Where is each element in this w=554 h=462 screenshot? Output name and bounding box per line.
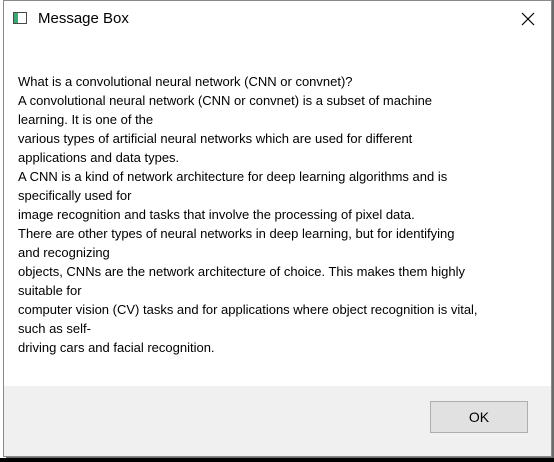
message-line: applications and data types.: [18, 150, 180, 165]
message-line: specifically used for: [18, 188, 132, 203]
message-line: computer vision (CV) tasks and for appli…: [18, 302, 478, 317]
message-line: A convolutional neural network (CNN or c…: [18, 93, 433, 108]
window-icon-accent: [14, 13, 18, 23]
message-line: There are other types of neural networks…: [18, 226, 455, 241]
message-line: learning. It is one of the: [18, 112, 154, 127]
message-line: driving cars and facial recognition.: [18, 340, 215, 355]
close-icon: [521, 12, 535, 26]
window-icon: [13, 12, 27, 24]
message-box-window: Message Box What is a convolutional neur…: [3, 0, 552, 457]
taskbar-edge: [0, 458, 554, 462]
close-button[interactable]: [505, 1, 551, 37]
message-line: What is a convolutional neural network (…: [18, 74, 353, 89]
ok-button[interactable]: OK: [430, 401, 528, 433]
message-line: A CNN is a kind of network architecture …: [18, 169, 448, 184]
window-title: Message Box: [38, 10, 129, 27]
message-line: suitable for: [18, 283, 82, 298]
message-line: such as self-: [18, 321, 91, 336]
message-line: and recognizing: [18, 245, 110, 260]
message-line: various types of artificial neural netwo…: [18, 131, 413, 146]
message-line: image recognition and tasks that involve…: [18, 207, 415, 222]
title-bar[interactable]: Message Box: [4, 1, 551, 37]
button-bar: OK: [4, 386, 551, 456]
message-line: objects, CNNs are the network architectu…: [18, 264, 466, 279]
message-content: What is a convolutional neural network (…: [4, 37, 551, 388]
message-text: What is a convolutional neural network (…: [18, 72, 518, 357]
